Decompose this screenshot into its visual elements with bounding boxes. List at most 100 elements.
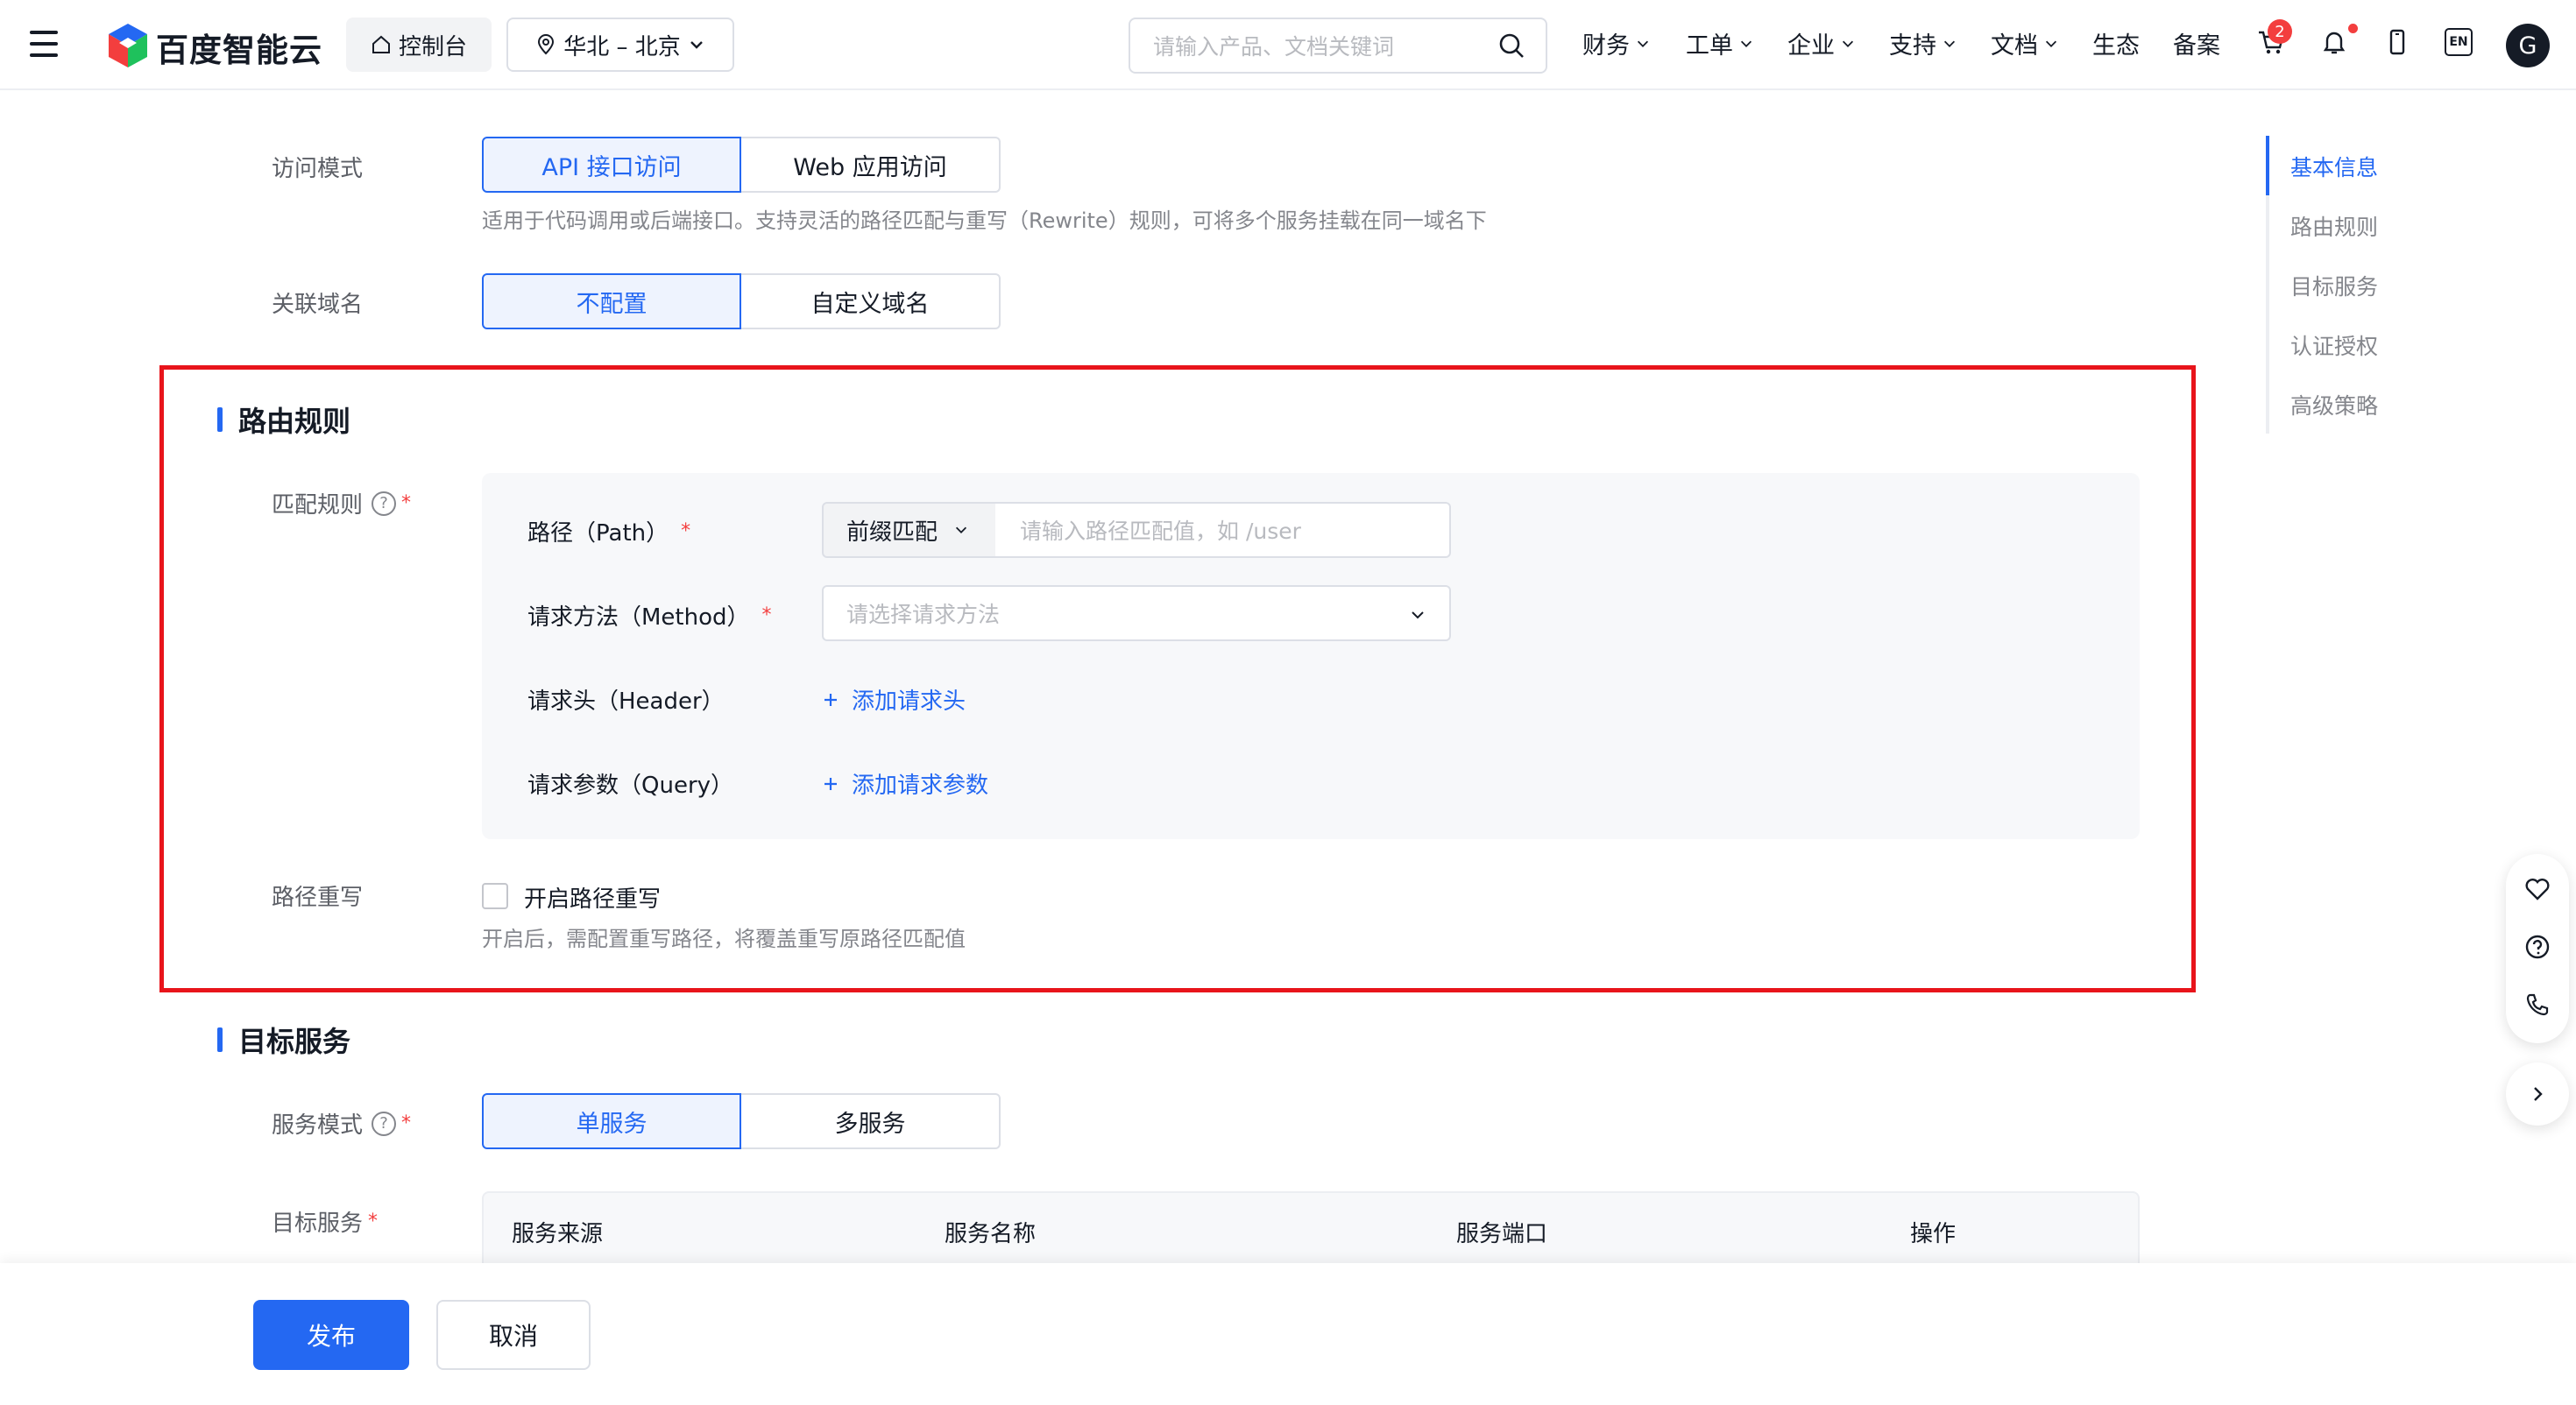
rewrite-checkbox-label[interactable]: 开启路径重写 (524, 881, 661, 914)
rewrite-hint: 开启后，需配置重写路径，将覆盖重写原路径匹配值 (482, 927, 966, 951)
toc-item-target[interactable]: 目标服务 (2290, 270, 2378, 301)
access-mode-hint: 适用于代码调用或后端接口。支持灵活的路径匹配与重写（Rewrite）规则，可将多… (482, 208, 1487, 233)
phone-icon[interactable] (2523, 991, 2551, 1019)
add-header-link[interactable]: 添加请求头 (822, 683, 966, 716)
notification-dot (2348, 24, 2358, 33)
nav-filing-label: 备案 (2173, 32, 2220, 60)
path-placeholder: 请输入路径匹配值，如 /user (1020, 519, 1301, 544)
cancel-button[interactable]: 取消 (436, 1300, 591, 1370)
service-mode-segmented: 单服务 多服务 (482, 1093, 1001, 1149)
nav-ticket[interactable]: 工单 (1686, 26, 1754, 60)
method-select[interactable]: 请选择请求方法 (822, 585, 1451, 641)
toc-item-advanced[interactable]: 高级策略 (2290, 389, 2378, 420)
avatar[interactable]: G (2506, 24, 2550, 67)
required-mark: * (681, 520, 691, 542)
path-input[interactable]: 请输入路径匹配值，如 /user (995, 502, 1451, 558)
access-mode-label: 访问模式 (272, 156, 364, 182)
search-input[interactable]: 请输入产品、文档关键词 (1129, 18, 1547, 74)
help-icon[interactable]: ? (372, 1111, 397, 1136)
chevron-down-icon (2045, 40, 2057, 47)
required-mark: * (401, 1112, 412, 1134)
toc-active-indicator (2266, 136, 2269, 195)
nav-support[interactable]: 支持 (1889, 26, 1957, 60)
required-mark: * (761, 604, 772, 626)
toc-item-auth[interactable]: 认证授权 (2290, 329, 2378, 361)
baidu-cloud-logo-icon[interactable] (105, 22, 151, 69)
multi-service-option[interactable]: 多服务 (741, 1093, 1001, 1149)
nav-finance-label: 财务 (1582, 32, 1630, 60)
plus-icon (824, 777, 837, 790)
method-label: 请求方法（Method） * (527, 599, 772, 632)
rewrite-checkbox[interactable] (482, 883, 508, 909)
expand-panel-button[interactable] (2506, 1063, 2569, 1126)
service-mode-label-text: 服务模式 (272, 1112, 364, 1139)
console-label: 控制台 (398, 33, 467, 60)
nav-ecosystem-label: 生态 (2092, 32, 2140, 60)
nav-filing[interactable]: 备案 (2173, 26, 2220, 60)
chevron-down-icon (955, 526, 967, 533)
add-header-text: 添加请求头 (852, 688, 966, 715)
heart-icon[interactable] (2523, 875, 2551, 903)
language-switch-icon[interactable]: EN (2445, 28, 2473, 56)
nav-docs-label: 文档 (1991, 32, 2038, 60)
region-selector[interactable]: 华北 – 北京 (506, 18, 734, 72)
help-circle-icon[interactable] (2523, 933, 2551, 961)
add-query-link[interactable]: 添加请求参数 (822, 767, 988, 800)
add-query-text: 添加请求参数 (852, 773, 989, 799)
target-section-title: 目标服务 (217, 1020, 350, 1060)
home-icon (372, 35, 390, 53)
access-mode-segmented: API 接口访问 Web 应用访问 (482, 137, 1001, 193)
search-placeholder: 请输入产品、文档关键词 (1153, 34, 1395, 60)
location-pin-icon (538, 34, 555, 55)
chevron-down-icon (1943, 40, 1956, 47)
column-header: 操作 (1910, 1221, 1957, 1247)
floating-helper-panel (2506, 854, 2569, 1043)
plus-icon (824, 693, 837, 706)
method-label-text: 请求方法（Method） (527, 604, 750, 631)
match-rule-label-text: 匹配规则 (272, 492, 364, 519)
access-mode-web-option[interactable]: Web 应用访问 (741, 137, 1001, 193)
routing-section-title: 路由规则 (217, 399, 350, 440)
nav-ticket-label: 工单 (1686, 32, 1733, 60)
nav-ecosystem[interactable]: 生态 (2092, 26, 2140, 60)
target-service-label-text: 目标服务 (272, 1211, 364, 1237)
path-match-type-value: 前缀匹配 (846, 519, 938, 546)
mobile-phone-icon[interactable] (2381, 26, 2413, 58)
required-mark: * (368, 1211, 379, 1232)
nav-support-label: 支持 (1889, 32, 1936, 60)
toc-item-basic-info[interactable]: 基本信息 (2290, 151, 2378, 182)
logo-text[interactable]: 百度智能云 (156, 24, 322, 71)
method-placeholder: 请选择请求方法 (846, 602, 1001, 627)
search-icon[interactable] (1498, 32, 1525, 59)
domain-segmented: 不配置 自定义域名 (482, 273, 1001, 329)
top-navigation-bar: 百度智能云 控制台 华北 – 北京 请输入产品、文档关键词 财务 工单 企业 支… (0, 0, 2576, 90)
single-service-option[interactable]: 单服务 (482, 1093, 741, 1149)
domain-custom-option[interactable]: 自定义域名 (741, 273, 1001, 329)
nav-finance[interactable]: 财务 (1582, 26, 1651, 60)
chevron-down-icon (1637, 40, 1649, 47)
domain-none-option[interactable]: 不配置 (482, 273, 741, 329)
query-label: 请求参数（Query） (527, 773, 734, 799)
toc-item-routing[interactable]: 路由规则 (2290, 210, 2378, 242)
service-mode-label: 服务模式 ? * (272, 1107, 411, 1140)
access-mode-api-option[interactable]: API 接口访问 (482, 137, 741, 193)
console-button[interactable]: 控制台 (346, 18, 492, 72)
section-accent-bar (217, 1027, 223, 1052)
region-label: 华北 – 北京 (563, 33, 681, 60)
target-service-table-header: 服务来源 服务名称 服务端口 操作 (482, 1191, 2140, 1263)
bell-icon[interactable] (2318, 26, 2350, 58)
nav-enterprise[interactable]: 企业 (1787, 26, 1856, 60)
publish-button[interactable]: 发布 (253, 1300, 409, 1370)
cart-count-badge: 2 (2268, 19, 2292, 44)
header-label: 请求头（Header） (527, 688, 725, 715)
chevron-down-icon (690, 41, 703, 49)
target-title-text: 目标服务 (238, 1025, 351, 1058)
help-icon[interactable]: ? (372, 491, 397, 516)
target-service-label: 目标服务 * (272, 1205, 378, 1238)
path-match-type-select[interactable]: 前缀匹配 (822, 502, 997, 558)
nav-docs[interactable]: 文档 (1991, 26, 2059, 60)
hamburger-menu-icon[interactable] (30, 31, 58, 57)
required-mark: * (401, 492, 412, 514)
column-header: 服务名称 (945, 1221, 1037, 1247)
path-label: 路径（Path） * (527, 515, 690, 547)
